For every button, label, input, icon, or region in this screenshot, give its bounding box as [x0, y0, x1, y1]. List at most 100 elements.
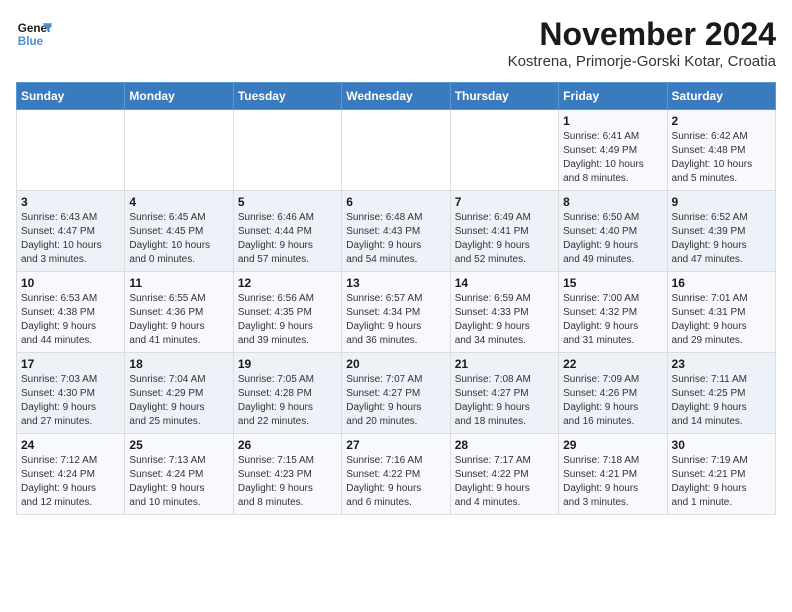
day-number: 9 [672, 195, 771, 209]
day-number: 8 [563, 195, 662, 209]
calendar-cell: 3 Sunrise: 6:43 AM Sunset: 4:47 PM Daylig… [17, 191, 125, 272]
day-info: Sunrise: 6:50 AM Sunset: 4:40 PM Dayligh… [563, 211, 662, 267]
logo: General Blue [16, 16, 52, 52]
day-number: 22 [563, 357, 662, 371]
day-number: 30 [672, 438, 771, 452]
day-number: 11 [129, 276, 228, 290]
weekday-header-monday: Monday [125, 83, 233, 110]
day-number: 10 [21, 276, 120, 290]
calendar-cell [450, 110, 558, 191]
calendar-cell: 14 Sunrise: 6:59 AM Sunset: 4:33 PM Dayli… [450, 272, 558, 353]
logo-icon: General Blue [16, 16, 52, 52]
calendar-cell: 17Sunrise: 7:03 AM Sunset: 4:30 PM Dayli… [17, 353, 125, 434]
day-info: Sunrise: 7:17 AM Sunset: 4:22 PM Dayligh… [455, 454, 554, 510]
day-info: Sunrise: 7:04 AM Sunset: 4:29 PM Dayligh… [129, 373, 228, 429]
calendar-cell: 22Sunrise: 7:09 AM Sunset: 4:26 PM Dayli… [559, 353, 667, 434]
weekday-header-thursday: Thursday [450, 83, 558, 110]
day-number: 28 [455, 438, 554, 452]
calendar-cell: 12 Sunrise: 6:56 AM Sunset: 4:35 PM Dayli… [233, 272, 341, 353]
day-info: Sunrise: 6:42 AM Sunset: 4:48 PM Dayligh… [672, 130, 771, 186]
day-info: Sunrise: 6:43 AM Sunset: 4:47 PM Dayligh… [21, 211, 120, 267]
calendar-week-row: 10 Sunrise: 6:53 AM Sunset: 4:38 PM Dayli… [17, 272, 776, 353]
day-info: Sunrise: 6:52 AM Sunset: 4:39 PM Dayligh… [672, 211, 771, 267]
day-info: Sunrise: 7:01 AM Sunset: 4:31 PM Dayligh… [672, 292, 771, 348]
day-number: 12 [238, 276, 337, 290]
calendar-body: 1Sunrise: 6:41 AM Sunset: 4:49 PM Daylig… [17, 110, 776, 515]
weekday-header-wednesday: Wednesday [342, 83, 450, 110]
calendar-cell: 28 Sunrise: 7:17 AM Sunset: 4:22 PM Dayli… [450, 434, 558, 515]
calendar-cell: 6Sunrise: 6:48 AM Sunset: 4:43 PM Daylig… [342, 191, 450, 272]
calendar-cell: 4 Sunrise: 6:45 AM Sunset: 4:45 PM Daylig… [125, 191, 233, 272]
day-info: Sunrise: 6:55 AM Sunset: 4:36 PM Dayligh… [129, 292, 228, 348]
calendar-cell: 8 Sunrise: 6:50 AM Sunset: 4:40 PM Daylig… [559, 191, 667, 272]
calendar-cell: 9 Sunrise: 6:52 AM Sunset: 4:39 PM Daylig… [667, 191, 775, 272]
calendar-cell: 5 Sunrise: 6:46 AM Sunset: 4:44 PM Daylig… [233, 191, 341, 272]
calendar-cell: 18Sunrise: 7:04 AM Sunset: 4:29 PM Dayli… [125, 353, 233, 434]
weekday-header-saturday: Saturday [667, 83, 775, 110]
day-info: Sunrise: 6:53 AM Sunset: 4:38 PM Dayligh… [21, 292, 120, 348]
day-info: Sunrise: 7:16 AM Sunset: 4:22 PM Dayligh… [346, 454, 445, 510]
calendar-cell: 1Sunrise: 6:41 AM Sunset: 4:49 PM Daylig… [559, 110, 667, 191]
calendar-cell: 21 Sunrise: 7:08 AM Sunset: 4:27 PM Dayli… [450, 353, 558, 434]
day-info: Sunrise: 6:48 AM Sunset: 4:43 PM Dayligh… [346, 211, 445, 267]
calendar-cell: 15 Sunrise: 7:00 AM Sunset: 4:32 PM Dayli… [559, 272, 667, 353]
day-number: 24 [21, 438, 120, 452]
day-info: Sunrise: 7:15 AM Sunset: 4:23 PM Dayligh… [238, 454, 337, 510]
calendar-cell: 29 Sunrise: 7:18 AM Sunset: 4:21 PM Dayli… [559, 434, 667, 515]
weekday-header-friday: Friday [559, 83, 667, 110]
day-number: 29 [563, 438, 662, 452]
day-number: 2 [672, 114, 771, 128]
day-info: Sunrise: 7:03 AM Sunset: 4:30 PM Dayligh… [21, 373, 120, 429]
calendar-subtitle: Kostrena, Primorje-Gorski Kotar, Croatia [508, 53, 776, 70]
calendar-cell [125, 110, 233, 191]
day-info: Sunrise: 6:56 AM Sunset: 4:35 PM Dayligh… [238, 292, 337, 348]
calendar-cell [233, 110, 341, 191]
calendar-cell: 30 Sunrise: 7:19 AM Sunset: 4:21 PM Dayli… [667, 434, 775, 515]
day-number: 20 [346, 357, 445, 371]
day-number: 15 [563, 276, 662, 290]
calendar-cell [342, 110, 450, 191]
day-info: Sunrise: 7:13 AM Sunset: 4:24 PM Dayligh… [129, 454, 228, 510]
calendar-week-row: 17Sunrise: 7:03 AM Sunset: 4:30 PM Dayli… [17, 353, 776, 434]
day-info: Sunrise: 7:08 AM Sunset: 4:27 PM Dayligh… [455, 373, 554, 429]
calendar-cell: 2 Sunrise: 6:42 AM Sunset: 4:48 PM Daylig… [667, 110, 775, 191]
calendar-week-row: 3 Sunrise: 6:43 AM Sunset: 4:47 PM Daylig… [17, 191, 776, 272]
day-number: 23 [672, 357, 771, 371]
weekday-header-tuesday: Tuesday [233, 83, 341, 110]
weekday-header-row: SundayMondayTuesdayWednesdayThursdayFrid… [17, 83, 776, 110]
day-info: Sunrise: 7:11 AM Sunset: 4:25 PM Dayligh… [672, 373, 771, 429]
day-info: Sunrise: 6:46 AM Sunset: 4:44 PM Dayligh… [238, 211, 337, 267]
day-info: Sunrise: 6:57 AM Sunset: 4:34 PM Dayligh… [346, 292, 445, 348]
calendar-cell: 27 Sunrise: 7:16 AM Sunset: 4:22 PM Dayli… [342, 434, 450, 515]
day-number: 25 [129, 438, 228, 452]
day-number: 7 [455, 195, 554, 209]
calendar-cell: 16Sunrise: 7:01 AM Sunset: 4:31 PM Dayli… [667, 272, 775, 353]
calendar-cell: 10 Sunrise: 6:53 AM Sunset: 4:38 PM Dayli… [17, 272, 125, 353]
day-number: 13 [346, 276, 445, 290]
calendar-cell: 7Sunrise: 6:49 AM Sunset: 4:41 PM Daylig… [450, 191, 558, 272]
day-info: Sunrise: 7:18 AM Sunset: 4:21 PM Dayligh… [563, 454, 662, 510]
calendar-cell: 19 Sunrise: 7:05 AM Sunset: 4:28 PM Dayli… [233, 353, 341, 434]
svg-text:Blue: Blue [18, 35, 44, 48]
calendar-table: SundayMondayTuesdayWednesdayThursdayFrid… [16, 82, 776, 515]
calendar-week-row: 1Sunrise: 6:41 AM Sunset: 4:49 PM Daylig… [17, 110, 776, 191]
day-number: 19 [238, 357, 337, 371]
day-info: Sunrise: 6:41 AM Sunset: 4:49 PM Dayligh… [563, 130, 662, 186]
day-number: 14 [455, 276, 554, 290]
calendar-header: SundayMondayTuesdayWednesdayThursdayFrid… [17, 83, 776, 110]
day-info: Sunrise: 6:59 AM Sunset: 4:33 PM Dayligh… [455, 292, 554, 348]
calendar-title: November 2024 [508, 16, 776, 53]
day-info: Sunrise: 7:05 AM Sunset: 4:28 PM Dayligh… [238, 373, 337, 429]
day-number: 5 [238, 195, 337, 209]
calendar-cell: 13 Sunrise: 6:57 AM Sunset: 4:34 PM Dayli… [342, 272, 450, 353]
day-number: 3 [21, 195, 120, 209]
day-number: 27 [346, 438, 445, 452]
header: General Blue November 2024 Kostrena, Pri… [16, 16, 776, 70]
day-number: 21 [455, 357, 554, 371]
calendar-week-row: 24Sunrise: 7:12 AM Sunset: 4:24 PM Dayli… [17, 434, 776, 515]
day-info: Sunrise: 6:45 AM Sunset: 4:45 PM Dayligh… [129, 211, 228, 267]
day-info: Sunrise: 7:19 AM Sunset: 4:21 PM Dayligh… [672, 454, 771, 510]
calendar-cell: 11 Sunrise: 6:55 AM Sunset: 4:36 PM Dayli… [125, 272, 233, 353]
day-info: Sunrise: 7:00 AM Sunset: 4:32 PM Dayligh… [563, 292, 662, 348]
day-number: 4 [129, 195, 228, 209]
